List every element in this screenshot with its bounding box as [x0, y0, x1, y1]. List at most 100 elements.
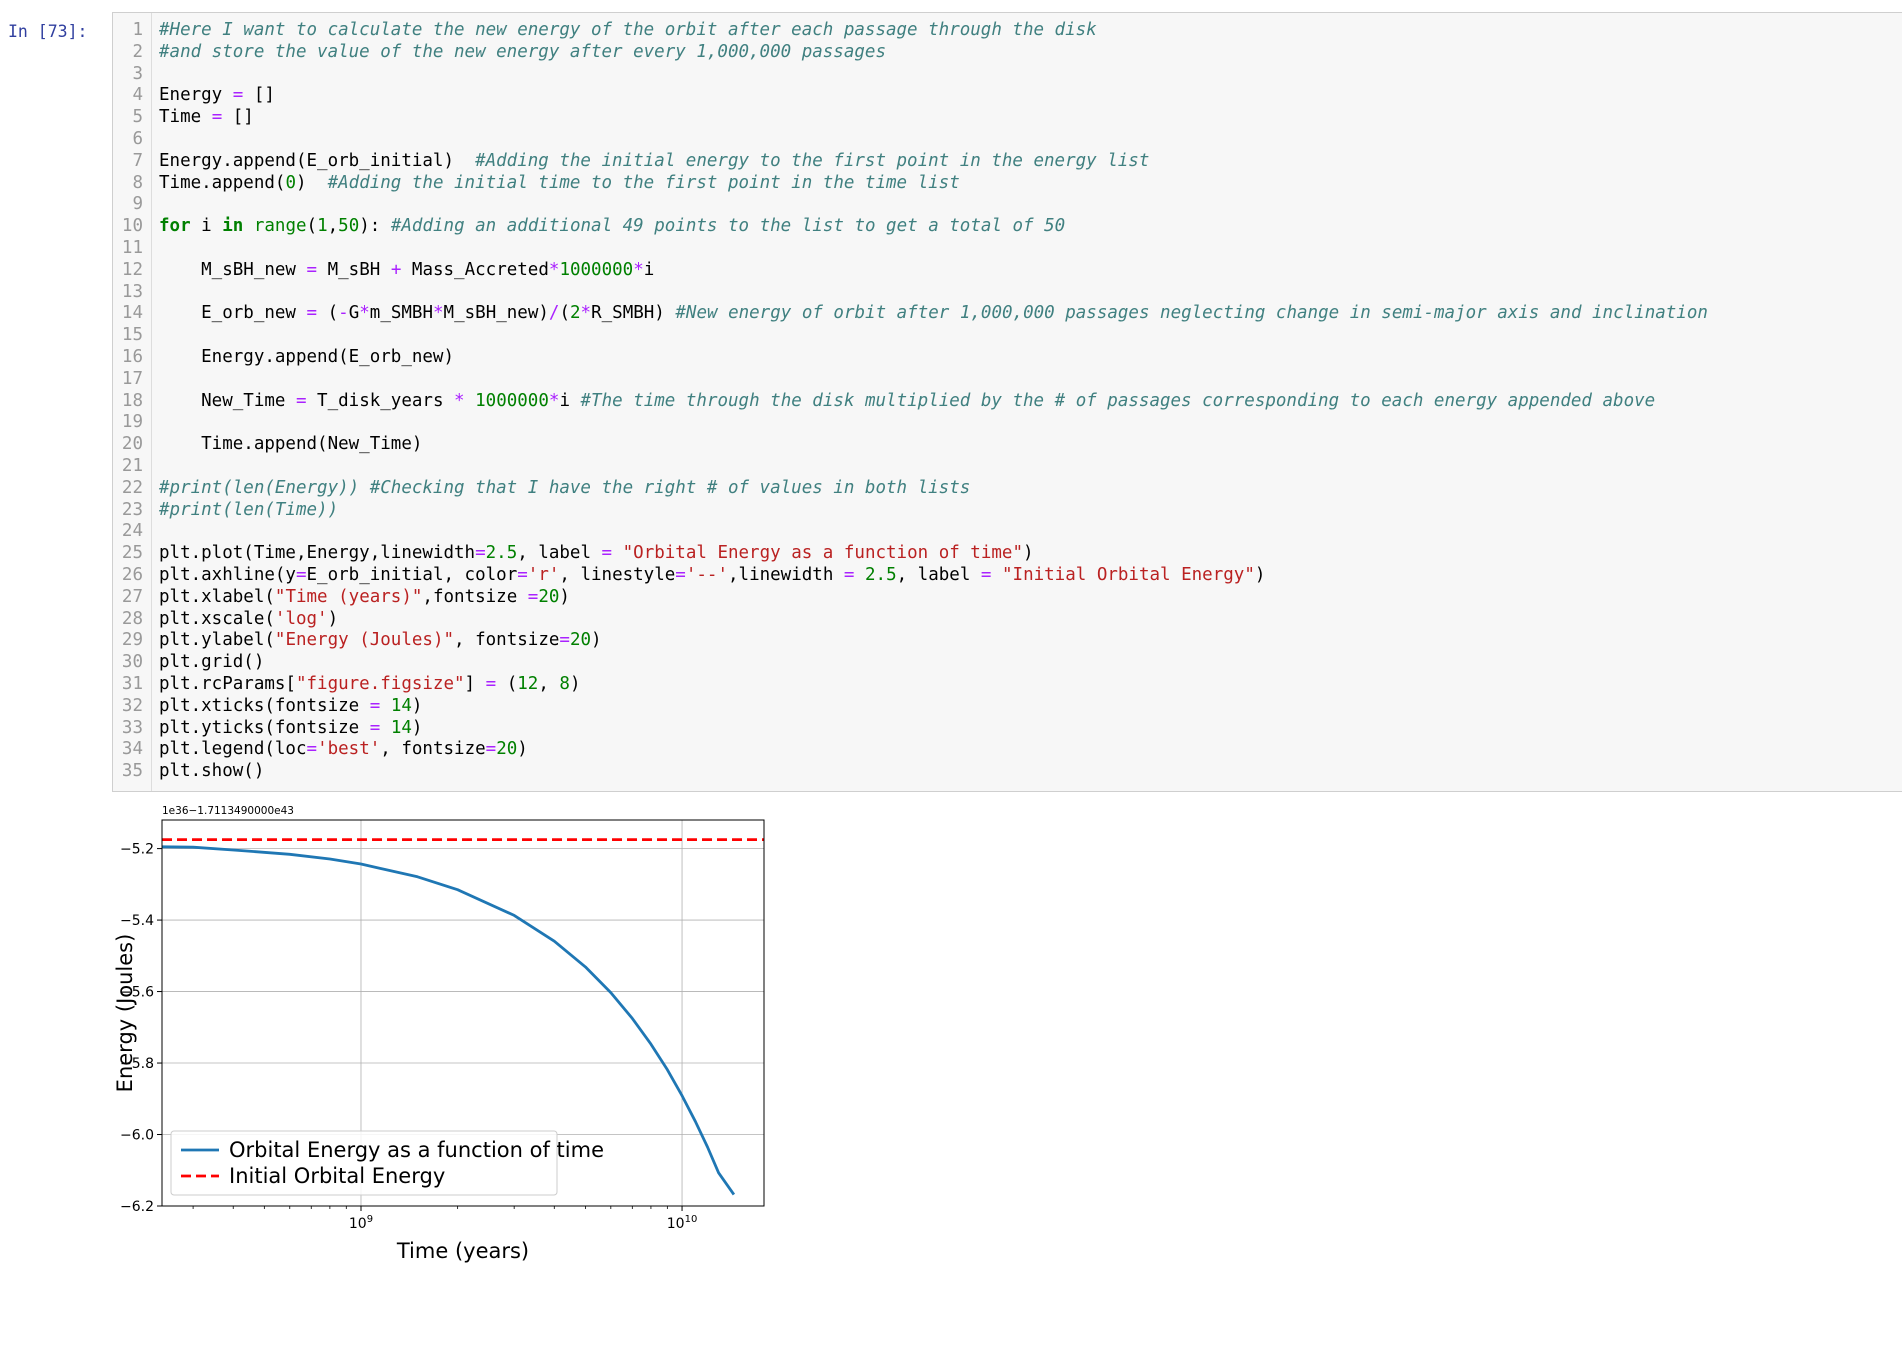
x-axis-label: Time (years): [396, 1239, 529, 1263]
code-line[interactable]: plt.xlabel("Time (years)",fontsize =20): [159, 587, 570, 609]
code-line[interactable]: M_sBH_new = M_sBH + Mass_Accreted*100000…: [159, 260, 654, 282]
line-number: 35: [121, 761, 143, 782]
code-token: '--': [685, 565, 728, 585]
code-line[interactable]: Time.append(0) #Adding the initial time …: [159, 173, 960, 195]
x-tick-base: 10: [667, 1216, 685, 1232]
code-token: Time: [159, 107, 212, 128]
code-line[interactable]: New_Time = T_disk_years * 1000000*i #The…: [159, 391, 1655, 413]
cell-prompt: In [73]:: [8, 22, 88, 41]
line-number: 33: [121, 717, 143, 738]
line-number: 23: [121, 499, 143, 520]
line-number: 11: [121, 238, 143, 258]
line-number: 34: [121, 739, 143, 760]
code-token: 'log': [274, 608, 328, 629]
code-token: 1: [317, 216, 328, 237]
code-token: =: [980, 565, 992, 585]
code-token: "figure.figsize": [295, 674, 465, 694]
code-token: ): [517, 739, 528, 760]
code-token: ,: [538, 674, 560, 694]
code-token: =: [475, 543, 486, 564]
code-line[interactable]: plt.rcParams["figure.figsize"] = (12, 8): [159, 674, 581, 696]
code-token: , fontsize: [454, 630, 560, 651]
line-number: 7: [132, 150, 143, 171]
y-tick-label: −5.4: [120, 913, 154, 929]
code-line[interactable]: for i in range(1,50): #Adding an additio…: [159, 216, 1065, 238]
code-token: /: [548, 303, 560, 324]
code-line[interactable]: E_orb_new = (-G*m_SMBH*M_sBH_new)/(2*R_S…: [159, 303, 1708, 325]
line-number: 26: [121, 565, 143, 585]
code-token: G: [348, 303, 360, 324]
code-token: plt.plot(Time,Energy,linewidth: [159, 543, 476, 564]
code-token: "Time (years)": [274, 586, 423, 607]
code-line[interactable]: #Here I want to calculate the new energy…: [159, 20, 1097, 42]
code-token: (: [306, 216, 318, 237]
code-line[interactable]: #print(len(Time)): [159, 500, 338, 522]
code-line[interactable]: plt.plot(Time,Energy,linewidth=2.5, labe…: [159, 543, 1034, 565]
code-line[interactable]: plt.xscale('log'): [159, 609, 338, 631]
line-number: 12: [121, 259, 143, 280]
code-line[interactable]: Time.append(New_Time): [159, 434, 422, 456]
code-line[interactable]: plt.ylabel("Energy (Joules)", fontsize=2…: [159, 630, 602, 652]
code-token: M_sBH_new: [159, 259, 307, 280]
code-token: =: [295, 565, 307, 585]
code-token: (: [559, 303, 570, 324]
code-token: []: [243, 85, 275, 106]
code-line[interactable]: plt.yticks(fontsize = 14): [159, 718, 422, 740]
code-token: =: [675, 565, 686, 585]
code-token: ): [559, 586, 570, 607]
code-token: #Here I want to calculate the new energy…: [159, 20, 1097, 40]
code-line[interactable]: Energy = []: [159, 85, 275, 107]
code-token: =: [211, 107, 223, 128]
code-line[interactable]: Energy.append(E_orb_new): [159, 347, 454, 369]
code-token: =: [306, 303, 318, 324]
code-line[interactable]: plt.xticks(fontsize = 14): [159, 696, 422, 718]
code-token: =: [559, 630, 570, 651]
code-line[interactable]: plt.legend(loc='best', fontsize=20): [159, 739, 528, 761]
code-token: "Energy (Joules)": [274, 630, 455, 651]
code-token: 14: [390, 717, 412, 738]
code-token: R_SMBH): [591, 303, 676, 324]
code-token: (: [317, 303, 339, 324]
code-token: *: [359, 303, 370, 324]
line-number: 27: [121, 586, 143, 607]
code-token: 14: [390, 695, 412, 716]
line-number: 1: [132, 20, 143, 40]
code-line[interactable]: Energy.append(E_orb_initial) #Adding the…: [159, 151, 1149, 173]
line-number: 5: [132, 107, 143, 128]
code-line[interactable]: #and store the value of the new energy a…: [159, 42, 886, 64]
code-token: in: [222, 216, 244, 237]
code-token: []: [222, 107, 254, 128]
code-cell[interactable]: 1 2 3 4 5 6 7 8 9 10 11 12 13 14 15 16 17 18 19 20 21 22 23 24 2…: [112, 12, 1902, 792]
line-number: 19: [121, 412, 143, 433]
code-token: =: [485, 739, 497, 760]
code-token: 2: [570, 303, 581, 324]
code-token: Energy.append(E_orb_initial): [159, 150, 476, 171]
code-token: #The time through the disk multiplied by…: [580, 390, 1656, 411]
code-line[interactable]: plt.grid(): [159, 652, 264, 674]
line-number: 17: [121, 368, 143, 389]
code-token: ): [327, 608, 339, 629]
code-line[interactable]: #print(len(Energy)) #Checking that I hav…: [159, 478, 970, 500]
code-token: range: [253, 216, 307, 237]
code-line[interactable]: Time = []: [159, 107, 254, 129]
code-token: =: [306, 739, 318, 760]
code-token: #print(len(Energy)) #Checking that I hav…: [159, 477, 971, 498]
code-token: 8: [559, 674, 570, 694]
code-token: *: [433, 303, 444, 324]
code-token: 1000000: [475, 390, 549, 411]
code-token: m_SMBH: [369, 303, 433, 324]
code-line[interactable]: plt.axhline(y=E_orb_initial, color='r', …: [159, 565, 1265, 587]
line-number: 21: [121, 456, 143, 476]
code-token: plt.rcParams[: [159, 674, 296, 694]
code-token: +: [390, 259, 402, 280]
line-number: 6: [132, 129, 143, 149]
legend-entry-label: Initial Orbital Energy: [229, 1164, 445, 1188]
code-token: *: [580, 303, 592, 324]
y-tick-label: −6.2: [120, 1199, 154, 1215]
code-token: =: [601, 543, 613, 564]
code-token: (: [496, 674, 518, 694]
code-line[interactable]: plt.show(): [159, 761, 264, 783]
